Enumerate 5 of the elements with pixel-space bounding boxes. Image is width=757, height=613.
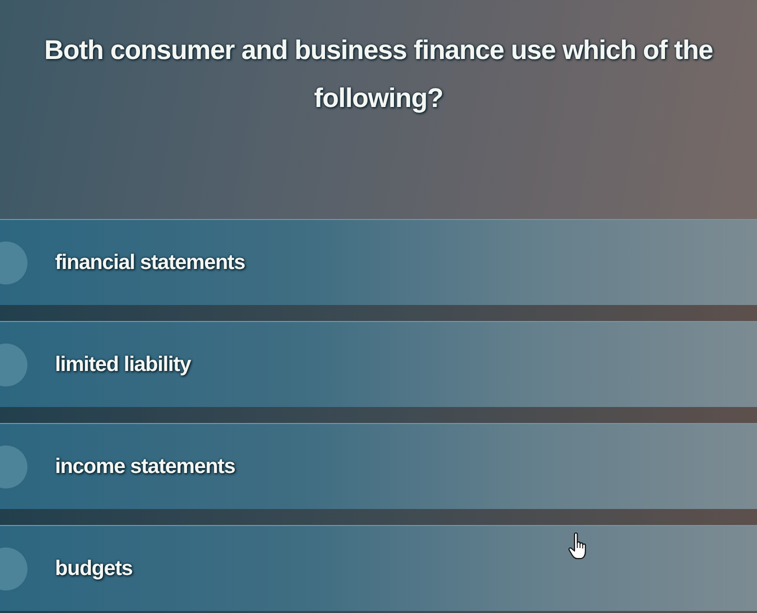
answer-option[interactable]: budgets	[0, 525, 757, 611]
answer-option[interactable]: financial statements	[0, 219, 757, 305]
answer-option[interactable]: income statements	[0, 423, 757, 509]
question-text: Both consumer and business finance use which of the following?	[43, 34, 714, 115]
answer-option[interactable]: limited liability	[0, 321, 757, 407]
